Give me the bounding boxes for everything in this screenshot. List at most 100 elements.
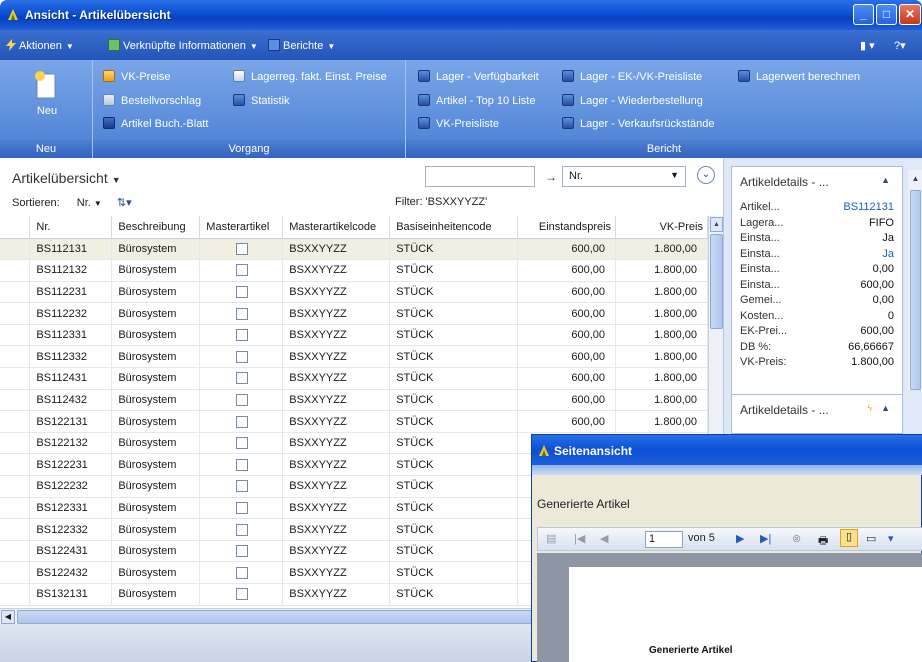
masterartikel-checkbox-cell[interactable] [199,410,284,433]
column-header[interactable]: Nr. [29,216,113,239]
row-selector[interactable] [0,475,31,498]
table-cell[interactable]: BS122131 [29,410,113,433]
row-selector[interactable] [0,389,31,412]
table-row[interactable]: BS112132 Bürosystem BSXXYYZZ STÜCK 600,00 1.8… [0,259,708,282]
table-row[interactable]: BS112332 Bürosystem BSXXYYZZ STÜCK 600,00 1.8… [0,345,708,369]
factbox-field-value[interactable]: Ja [882,248,894,260]
reports-menu[interactable]: Berichte ▼ [268,39,335,52]
masterartikel-checkbox[interactable] [236,523,249,536]
table-cell[interactable]: BSXXYYZZ [282,410,391,433]
table-cell[interactable]: 600,00 [517,238,617,261]
table-cell[interactable]: 600,00 [517,281,617,304]
table-cell[interactable]: BSXXYYZZ [282,345,391,369]
masterartikel-checkbox[interactable] [236,242,249,255]
row-selector[interactable] [0,281,31,304]
print-icon[interactable]: 🖶 [818,532,828,551]
table-cell[interactable]: 600,00 [517,259,617,282]
factbox-field-value[interactable]: BS112131 [843,201,894,213]
masterartikel-checkbox-cell[interactable] [199,389,284,412]
table-cell[interactable]: 600,00 [517,302,617,325]
scrollbar-thumb[interactable] [17,610,537,624]
search-arrow-icon[interactable]: → [545,170,557,184]
first-page-icon[interactable]: |◀ [574,532,585,545]
masterartikel-checkbox[interactable] [236,501,249,514]
masterartikel-checkbox-cell[interactable] [199,453,284,477]
table-cell[interactable]: 1.800,00 [615,324,708,347]
scrollbar-thumb[interactable] [910,190,921,390]
table-cell[interactable]: 1.800,00 [615,389,708,412]
table-row[interactable]: BS112231 Bürosystem BSXXYYZZ STÜCK 600,00 1.8… [0,281,708,304]
table-cell[interactable]: BS122431 [29,540,113,563]
table-cell[interactable]: BSXXYYZZ [282,518,391,541]
table-cell[interactable]: Bürosystem [111,432,201,455]
table-cell[interactable]: BS122232 [29,475,113,498]
table-cell[interactable]: BS132131 [29,583,113,606]
table-cell[interactable]: STÜCK [389,497,519,520]
table-cell[interactable]: STÜCK [389,324,519,347]
row-selector[interactable] [0,238,31,261]
table-cell[interactable]: BS112431 [29,367,113,390]
table-cell[interactable]: Bürosystem [111,561,201,584]
row-selector[interactable] [0,324,31,347]
maximize-button[interactable]: □ [876,4,897,25]
search-field-select[interactable]: Nr. ▼ [562,166,686,187]
table-cell[interactable]: 600,00 [517,367,617,390]
table-cell[interactable]: Bürosystem [111,238,201,261]
save-icon[interactable]: ▾ [888,532,894,545]
collapse-icon[interactable]: ▲ [881,403,890,413]
table-cell[interactable]: 1.800,00 [615,302,708,325]
masterartikel-checkbox-cell[interactable] [199,324,284,347]
masterartikel-checkbox-cell[interactable] [199,281,284,304]
table-cell[interactable]: BSXXYYZZ [282,432,391,455]
masterartikel-checkbox[interactable] [236,566,249,579]
table-cell[interactable]: Bürosystem [111,389,201,412]
table-cell[interactable]: Bürosystem [111,453,201,477]
collapse-filter-icon[interactable]: ⌄ [697,166,715,184]
table-cell[interactable]: STÜCK [389,410,519,433]
column-header[interactable]: Basiseinheitencode [389,216,519,239]
bestellvorschlag-button[interactable]: Bestellvorschlag [103,94,201,107]
masterartikel-checkbox[interactable] [236,588,249,601]
column-header[interactable]: Einstandspreis [517,216,617,239]
table-cell[interactable]: BS112432 [29,389,113,412]
table-cell[interactable]: BS122231 [29,453,113,477]
table-cell[interactable]: BSXXYYZZ [282,281,391,304]
search-input[interactable] [425,166,535,187]
masterartikel-checkbox[interactable] [236,458,249,471]
next-page-icon[interactable]: ▶ [736,532,744,545]
table-cell[interactable]: STÜCK [389,475,519,498]
row-selector[interactable] [0,345,31,369]
table-cell[interactable]: BS112232 [29,302,113,325]
table-cell[interactable]: STÜCK [389,561,519,584]
scroll-up-icon[interactable]: ▲ [909,174,922,187]
table-cell[interactable]: 1.800,00 [615,281,708,304]
list-title[interactable]: Artikelübersicht ▼ [12,170,121,186]
previous-page-icon[interactable]: ◀ [600,532,608,545]
table-cell[interactable]: BSXXYYZZ [282,324,391,347]
row-selector[interactable] [0,259,31,282]
table-cell[interactable]: BSXXYYZZ [282,238,391,261]
artikel-buch-blatt-button[interactable]: Artikel Buch.-Blatt [103,117,208,130]
row-selector[interactable] [0,453,31,477]
scrollbar-thumb[interactable] [710,234,723,329]
lager-verkaufsrueckstaende-button[interactable]: Lager - Verkaufsrückstände [562,117,715,130]
table-cell[interactable]: BSXXYYZZ [282,453,391,477]
statistik-button[interactable]: Statistik [233,94,290,107]
masterartikel-checkbox-cell[interactable] [199,367,284,390]
table-row[interactable]: BS112232 Bürosystem BSXXYYZZ STÜCK 600,00 1.8… [0,302,708,325]
table-cell[interactable]: 600,00 [517,389,617,412]
masterartikel-checkbox-cell[interactable] [199,497,284,520]
vk-preisliste-button[interactable]: VK-Preisliste [418,117,499,130]
table-cell[interactable]: Bürosystem [111,367,201,390]
table-cell[interactable]: BSXXYYZZ [282,259,391,282]
table-cell[interactable]: Bürosystem [111,410,201,433]
toggle-tree-icon[interactable]: ▤ [546,532,556,545]
masterartikel-checkbox-cell[interactable] [199,259,284,282]
stop-icon[interactable]: ⊗ [792,532,801,545]
masterartikel-checkbox-cell[interactable] [199,475,284,498]
sort-field-dropdown[interactable]: Nr. ▼ [77,197,102,209]
table-cell[interactable]: BSXXYYZZ [282,540,391,563]
table-cell[interactable]: BS112331 [29,324,113,347]
table-cell[interactable]: BSXXYYZZ [282,475,391,498]
row-selector[interactable] [0,410,31,433]
